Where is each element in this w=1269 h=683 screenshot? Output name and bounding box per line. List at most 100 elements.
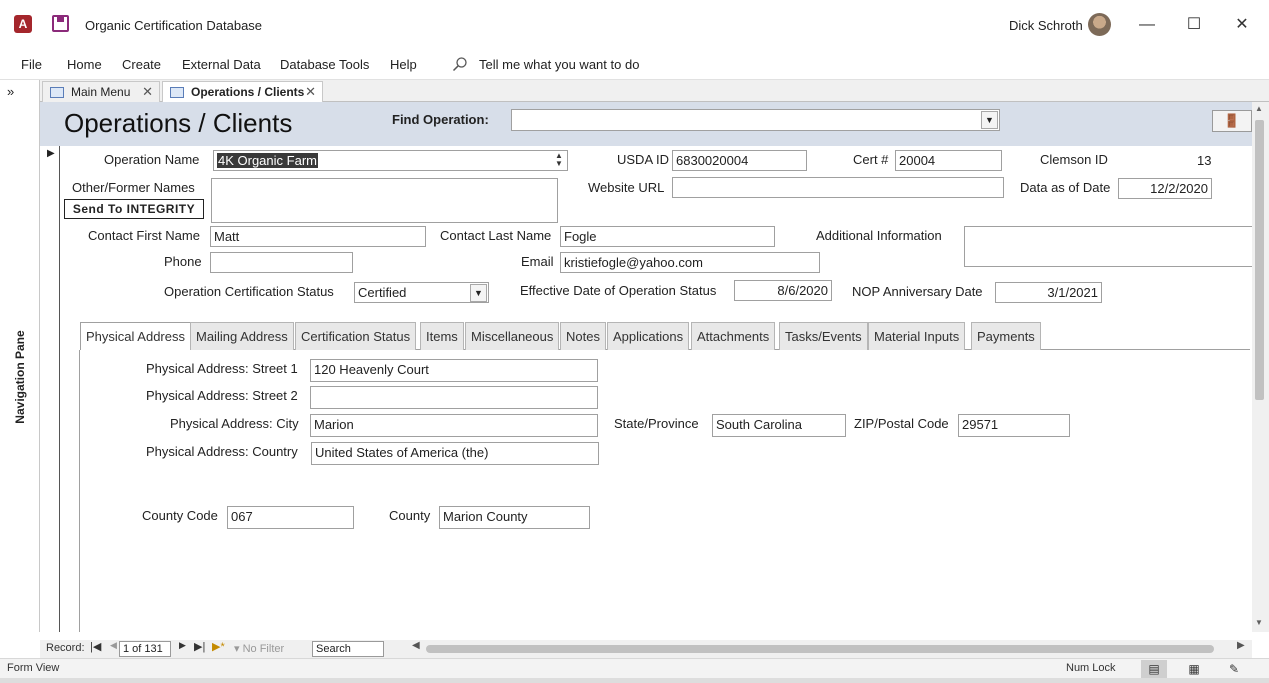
send-to-integrity-button[interactable]: Send To INTEGRITY (64, 199, 204, 219)
new-record-icon[interactable]: ▶* (212, 640, 225, 653)
zip-field[interactable]: 29571 (958, 414, 1070, 437)
county-code-field[interactable]: 067 (227, 506, 354, 529)
record-label: Record: (46, 642, 85, 654)
operation-name-field[interactable]: 4K Organic Farm ▲ ▼ (213, 150, 568, 171)
chevron-down-icon[interactable]: ▼ (981, 111, 998, 129)
tab-payments[interactable]: Payments (971, 322, 1041, 350)
other-names-field[interactable] (211, 178, 558, 223)
data-as-of-field[interactable]: 12/2/2020 (1118, 178, 1212, 199)
record-search-input[interactable]: Search (312, 641, 384, 657)
scroll-right-icon[interactable]: ▶ (1237, 640, 1245, 651)
tab-attachments[interactable]: Attachments (691, 322, 776, 350)
ribbon-menu: File Home Create External Data Database … (0, 50, 1269, 80)
vertical-scrollbar[interactable]: ▲ ▼ (1252, 102, 1269, 632)
street1-label: Physical Address: Street 1 (146, 361, 298, 376)
close-tab-icon[interactable]: ✕ (142, 82, 153, 102)
next-record-icon[interactable]: ▶ (179, 640, 186, 651)
tab-physical-address[interactable]: Physical Address (80, 322, 191, 351)
city-label: Physical Address: City (170, 416, 299, 431)
certification-status-label: Operation Certification Status (164, 284, 334, 299)
design-view-icon[interactable]: ✎ (1221, 660, 1247, 678)
website-url-field[interactable] (672, 177, 1004, 198)
operation-name-label: Operation Name (104, 152, 200, 167)
tab-main-menu[interactable]: Main Menu ✕ (42, 81, 160, 102)
record-selector[interactable]: ▶ (40, 146, 60, 632)
nop-anniversary-field[interactable]: 3/1/2021 (995, 282, 1102, 303)
last-record-icon[interactable]: ▶| (194, 640, 205, 653)
nop-anniversary-label: NOP Anniversary Date (852, 284, 983, 299)
close-icon[interactable]: ✕ (1219, 10, 1265, 40)
cert-number-field[interactable]: 20004 (895, 150, 1002, 171)
email-field[interactable]: kristiefogle@yahoo.com (560, 252, 820, 273)
menu-external-data[interactable]: External Data (182, 57, 261, 72)
tab-mailing-address[interactable]: Mailing Address (190, 322, 294, 350)
state-label: State/Province (614, 416, 699, 431)
country-field[interactable]: United States of America (the) (311, 442, 599, 465)
city-field[interactable]: Marion (310, 414, 598, 437)
additional-info-field[interactable] (964, 226, 1252, 267)
no-filter-button[interactable]: ▾ No Filter (234, 642, 284, 655)
first-record-icon[interactable]: |◀ (90, 640, 101, 653)
previous-record-icon[interactable]: ◀ (110, 640, 117, 651)
tab-notes[interactable]: Notes (560, 322, 606, 350)
county-field[interactable]: Marion County (439, 506, 590, 529)
user-name[interactable]: Dick Schroth (1009, 18, 1083, 33)
horizontal-scroll-thumb[interactable] (426, 645, 1214, 653)
layout-view-icon[interactable]: ▦ (1181, 660, 1207, 678)
exit-button[interactable]: 🚪 (1212, 110, 1252, 132)
clemson-id-value[interactable]: 13 (1197, 153, 1211, 168)
contact-first-name-field[interactable]: Matt (210, 226, 426, 247)
save-icon[interactable] (52, 15, 69, 32)
scroll-arrows-icon[interactable]: ▲ ▼ (553, 152, 565, 169)
close-tab-icon[interactable]: ✕ (305, 82, 316, 102)
menu-home[interactable]: Home (67, 57, 102, 72)
access-app-icon[interactable]: A (14, 15, 32, 33)
effective-date-field[interactable]: 8/6/2020 (734, 280, 832, 301)
tab-tasks-events[interactable]: Tasks/Events (779, 322, 868, 350)
tab-label: Operations / Clients (191, 85, 305, 99)
bottom-edge (0, 678, 1269, 683)
navigation-pane-label[interactable]: Navigation Pane (13, 327, 27, 427)
chevron-down-icon[interactable]: ▼ (470, 284, 487, 302)
form-view-icon[interactable]: ▤ (1141, 660, 1167, 678)
street2-field[interactable] (310, 386, 598, 409)
navigation-pane[interactable]: » Navigation Pane (0, 80, 40, 632)
tab-material-inputs[interactable]: Material Inputs (868, 322, 966, 350)
scroll-thumb[interactable] (1255, 120, 1264, 400)
contact-last-name-label: Contact Last Name (440, 228, 552, 243)
maximize-icon[interactable]: ☐ (1171, 10, 1217, 40)
clemson-id-label: Clemson ID (1040, 152, 1108, 167)
menu-database-tools[interactable]: Database Tools (280, 57, 369, 72)
phone-field[interactable] (210, 252, 353, 273)
document-tabs: Main Menu ✕ Operations / Clients ✕ (40, 80, 1269, 102)
scroll-left-icon[interactable]: ◀ (412, 640, 420, 651)
window-title: Organic Certification Database (85, 18, 263, 33)
usda-id-label: USDA ID (617, 152, 670, 167)
contact-first-name-label: Contact First Name (88, 228, 200, 243)
tab-miscellaneous[interactable]: Miscellaneous (465, 322, 560, 350)
street1-field[interactable]: 120 Heavenly Court (310, 359, 598, 382)
tell-me-box[interactable]: Tell me what you want to do (452, 56, 639, 72)
additional-info-label: Additional Information (816, 228, 942, 243)
certification-status-select[interactable]: Certified ▼ (354, 282, 489, 303)
scroll-up-icon[interactable]: ▲ (1255, 104, 1263, 113)
tab-certification-status[interactable]: Certification Status (295, 322, 417, 350)
menu-file[interactable]: File (21, 57, 42, 72)
tab-operations-clients[interactable]: Operations / Clients ✕ (162, 81, 323, 102)
county-label: County (389, 508, 431, 523)
scroll-down-icon[interactable]: ▼ (1255, 618, 1263, 627)
find-operation-combo[interactable]: ▼ (511, 109, 1000, 131)
avatar[interactable] (1088, 13, 1111, 36)
minimize-icon[interactable]: — (1124, 10, 1170, 40)
menu-help[interactable]: Help (390, 57, 417, 72)
tab-applications[interactable]: Applications (607, 322, 690, 350)
menu-create[interactable]: Create (122, 57, 161, 72)
expand-nav-icon[interactable]: » (7, 84, 14, 99)
phone-label: Phone (164, 254, 202, 269)
tab-items[interactable]: Items (420, 322, 464, 350)
contact-last-name-field[interactable]: Fogle (560, 226, 775, 247)
record-position-field[interactable]: 1 of 131 (119, 641, 171, 657)
form-icon (50, 87, 64, 98)
state-field[interactable]: South Carolina (712, 414, 846, 437)
usda-id-field[interactable]: 6830020004 (672, 150, 807, 171)
